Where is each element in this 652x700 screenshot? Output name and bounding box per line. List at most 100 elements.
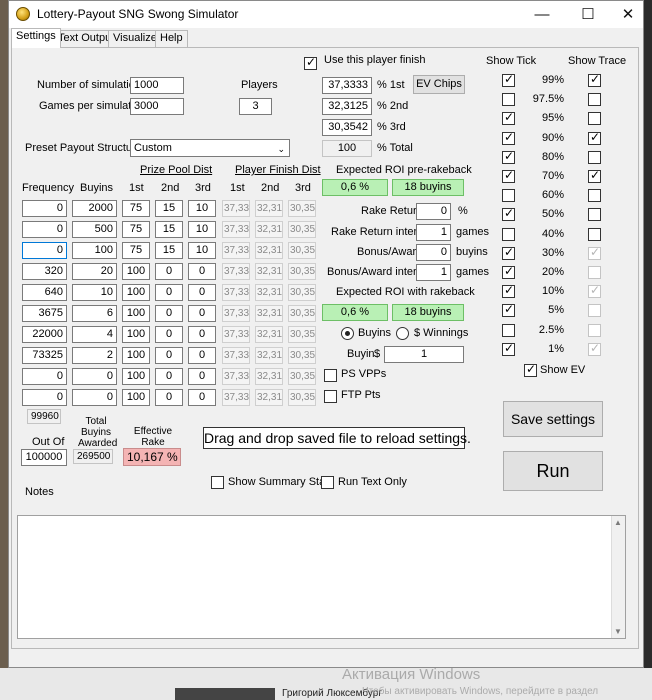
tab-settings[interactable]: Settings [11,28,61,48]
show-tick-checkbox[interactable]: ✓ [502,283,515,299]
frequency-input[interactable]: 320 [22,263,67,280]
prize-3rd-input[interactable]: 10 [188,200,216,217]
buyins-input[interactable]: 10 [72,284,117,301]
prize-1st-input[interactable]: 100 [122,284,150,301]
buyins-input[interactable]: 2 [72,347,117,364]
prize-1st-input[interactable]: 100 [122,368,150,385]
bonus-input[interactable]: 0 [416,244,451,261]
show-tick-checkbox[interactable]: ✓ [502,149,515,164]
prize-2nd-input[interactable]: 15 [155,242,183,259]
prize-3rd-input[interactable]: 0 [188,347,216,364]
rake-interval-input[interactable]: 1 [416,224,451,241]
show-tick-checkbox[interactable] [502,323,515,337]
frequency-input[interactable]: 0 [22,200,67,217]
rake-return-input[interactable]: 0 [416,203,451,220]
show-trace-checkbox[interactable] [588,189,601,203]
show-trace-checkbox[interactable]: ✓ [588,72,601,87]
show-tick-checkbox[interactable]: ✓ [502,72,515,87]
prize-2nd-input[interactable]: 0 [155,263,183,280]
show-tick-checkbox[interactable]: ✓ [502,302,515,318]
prize-3rd-input[interactable]: 0 [188,326,216,343]
show-tick-checkbox[interactable]: ✓ [502,130,515,145]
prize-1st-input[interactable]: 100 [122,347,150,364]
use-player-finish-checkbox[interactable]: ✓ [304,55,317,70]
prize-2nd-input[interactable]: 0 [155,368,183,385]
run-text-only-checkbox[interactable] [321,476,334,489]
prize-1st-input[interactable]: 75 [122,242,150,259]
prize-1st-input[interactable]: 75 [122,200,150,217]
show-trace-checkbox[interactable]: ✓ [588,168,601,183]
prize-1st-input[interactable]: 100 [122,389,150,406]
show-tick-checkbox[interactable]: ✓ [502,245,515,260]
show-ev-checkbox[interactable]: ✓ [524,362,537,377]
prize-3rd-input[interactable]: 0 [188,368,216,385]
buyins-input[interactable]: 20 [72,263,117,280]
prize-2nd-input[interactable]: 0 [155,347,183,364]
ps-vpps-checkbox[interactable] [324,369,337,382]
frequency-input[interactable]: 0 [22,242,67,259]
scroll-down-icon[interactable]: ▼ [614,627,622,636]
save-settings-button[interactable]: Save settings [503,401,603,437]
prize-1st-input[interactable]: 75 [122,221,150,238]
show-summary-stats-checkbox[interactable] [211,476,224,489]
prize-2nd-input[interactable]: 0 [155,284,183,301]
preset-select[interactable]: Custom ⌄ [130,139,290,157]
buyins-input[interactable]: 500 [72,221,117,238]
prize-2nd-input[interactable]: 15 [155,200,183,217]
show-tick-checkbox[interactable] [502,189,515,203]
prize-3rd-input[interactable]: 10 [188,242,216,259]
notes-textarea[interactable]: ▲ ▼ [17,515,626,639]
out-of-input[interactable]: 100000 [21,449,67,466]
ftp-pts-checkbox[interactable] [324,390,337,403]
games-per-sim-input[interactable]: 3000 [130,98,184,115]
finish-2nd-input[interactable]: 32,3125 [322,98,372,115]
show-tick-checkbox[interactable] [502,93,515,107]
prize-2nd-input[interactable]: 0 [155,389,183,406]
prize-2nd-input[interactable]: 15 [155,221,183,238]
show-trace-checkbox[interactable] [588,227,601,241]
num-sims-input[interactable]: 1000 [130,77,184,94]
frequency-input[interactable]: 0 [22,221,67,238]
show-trace-checkbox[interactable] [588,93,601,107]
show-trace-checkbox[interactable]: ✓ [588,130,601,145]
buyins-input[interactable]: 4 [72,326,117,343]
prize-3rd-input[interactable]: 0 [188,263,216,280]
buyins-input[interactable]: 100 [72,242,117,259]
frequency-input[interactable]: 22000 [22,326,67,343]
frequency-input[interactable]: 0 [22,389,67,406]
prize-3rd-input[interactable]: 0 [188,305,216,322]
notes-scrollbar[interactable]: ▲ ▼ [611,516,625,638]
finish-1st-input[interactable]: 37,3333 [322,77,372,94]
finish-3rd-input[interactable]: 30,3542 [322,119,372,136]
bonus-interval-input[interactable]: 1 [416,264,451,281]
buyin-input[interactable]: 1 [384,346,464,363]
show-trace-checkbox[interactable] [588,112,601,126]
buyins-input[interactable]: 0 [72,389,117,406]
buyins-input[interactable]: 2000 [72,200,117,217]
prize-1st-input[interactable]: 100 [122,263,150,280]
prize-3rd-input[interactable]: 0 [188,284,216,301]
show-tick-checkbox[interactable]: ✓ [502,168,515,183]
frequency-input[interactable]: 73325 [22,347,67,364]
prize-3rd-input[interactable]: 10 [188,221,216,238]
show-tick-checkbox[interactable]: ✓ [502,341,515,356]
radio-buyins[interactable] [341,327,354,340]
frequency-input[interactable]: 3675 [22,305,67,322]
frequency-input[interactable]: 640 [22,284,67,301]
show-tick-checkbox[interactable]: ✓ [502,206,515,222]
prize-3rd-input[interactable]: 0 [188,389,216,406]
frequency-input[interactable]: 0 [22,368,67,385]
players-input[interactable]: 3 [239,98,272,115]
run-button[interactable]: Run [503,451,603,491]
buyins-input[interactable]: 6 [72,305,117,322]
show-tick-checkbox[interactable]: ✓ [502,110,515,126]
prize-1st-input[interactable]: 100 [122,305,150,322]
radio-winnings[interactable] [396,327,409,340]
ev-chips-button[interactable]: EV Chips [413,75,465,94]
show-trace-checkbox[interactable] [588,208,601,222]
show-tick-checkbox[interactable] [502,227,515,241]
buyins-input[interactable]: 0 [72,368,117,385]
show-trace-checkbox[interactable] [588,150,601,164]
scroll-up-icon[interactable]: ▲ [614,518,622,527]
show-tick-checkbox[interactable]: ✓ [502,264,515,279]
